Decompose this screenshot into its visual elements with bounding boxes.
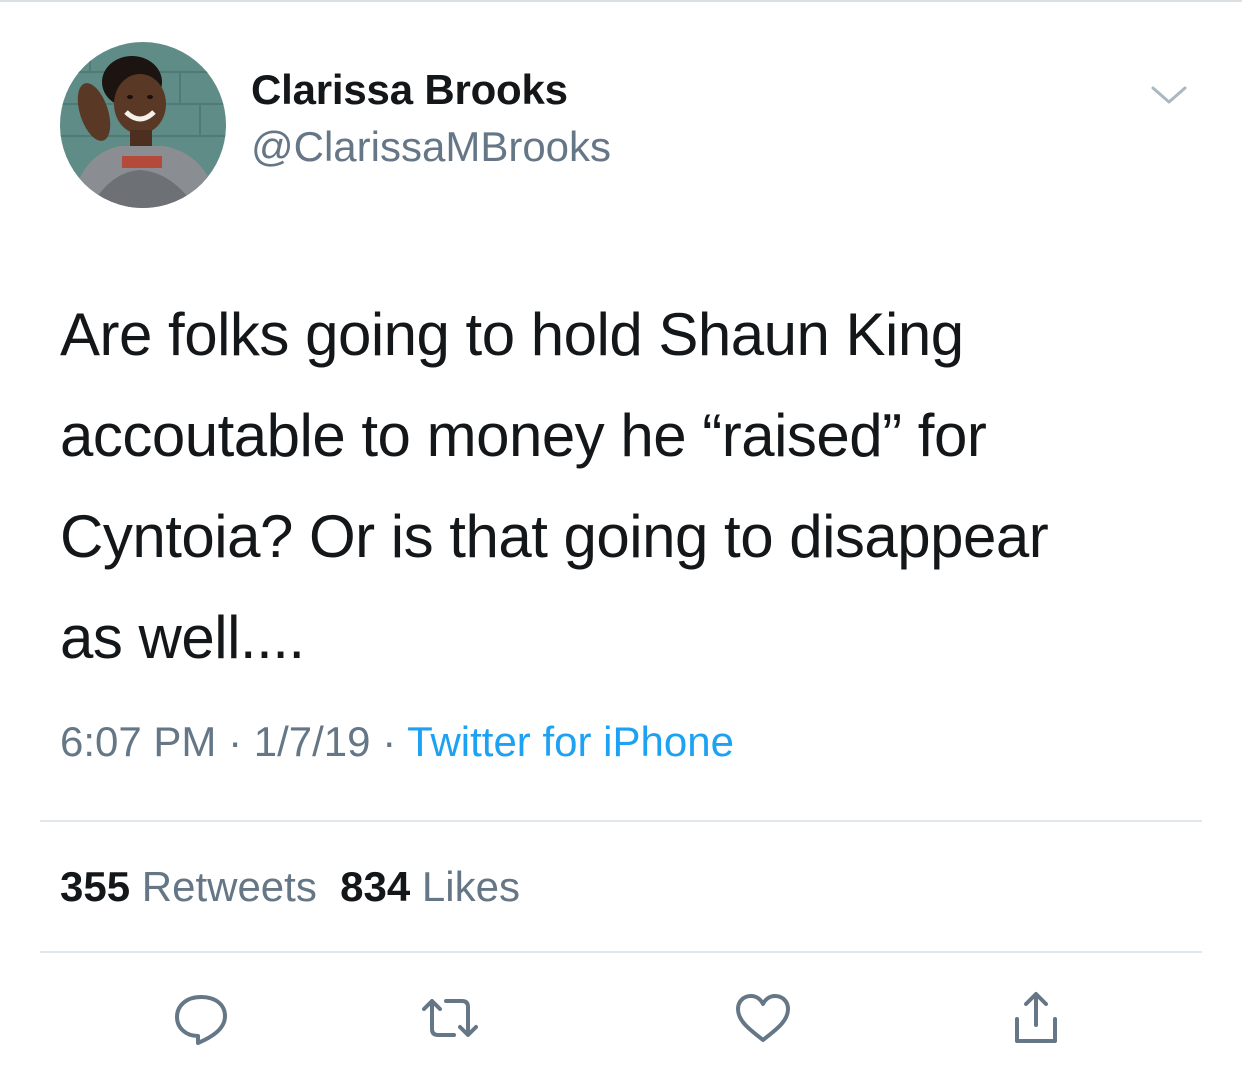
share-icon: [1015, 992, 1057, 1043]
tweet-text-line: as well....: [60, 604, 305, 671]
retweets-count: 355: [60, 863, 131, 910]
tweet-stats: 355 Retweets 834 Likes: [60, 863, 520, 911]
tweet-source-link[interactable]: Twitter for iPhone: [407, 718, 734, 765]
meta-separator: ·: [370, 718, 408, 765]
retweets-label: Retweets: [141, 863, 317, 910]
likes-stat[interactable]: 834 Likes: [340, 863, 520, 910]
meta-separator: ·: [216, 718, 254, 765]
tweet-meta: 6:07 PM · 1/7/19 · Twitter for iPhone: [60, 718, 734, 766]
author-display-name[interactable]: Clarissa Brooks: [251, 66, 568, 114]
tweet-text-line: accoutable to money he “raised” for: [60, 402, 987, 469]
heart-icon: [736, 994, 790, 1042]
avatar-image: [60, 42, 226, 208]
tweet-detail: Clarissa Brooks @ClarissaMBrooks Are fol…: [0, 0, 1242, 1077]
tweet-text-line: Are folks going to hold Shaun King: [60, 301, 964, 368]
author-handle[interactable]: @ClarissaMBrooks: [251, 123, 611, 171]
divider: [40, 951, 1202, 953]
avatar[interactable]: [60, 42, 226, 208]
top-divider: [0, 0, 1242, 2]
share-button[interactable]: [1005, 985, 1071, 1051]
like-button[interactable]: [730, 985, 796, 1051]
chevron-down-icon[interactable]: [1146, 80, 1192, 110]
tweet-time: 6:07 PM: [60, 718, 217, 765]
retweets-stat[interactable]: 355 Retweets: [60, 863, 317, 910]
divider: [40, 820, 1202, 822]
retweet-button[interactable]: [417, 985, 483, 1051]
likes-label: Likes: [421, 863, 520, 910]
reply-button[interactable]: [168, 985, 234, 1051]
retweet-icon: [422, 999, 478, 1037]
reply-icon: [175, 995, 227, 1045]
likes-count: 834: [340, 863, 411, 910]
tweet-text-line: Cyntoia? Or is that going to disappear: [60, 503, 1049, 570]
tweet-text: Are folks going to hold Shaun King accou…: [60, 284, 1180, 688]
tweet-date: 1/7/19: [253, 718, 371, 765]
